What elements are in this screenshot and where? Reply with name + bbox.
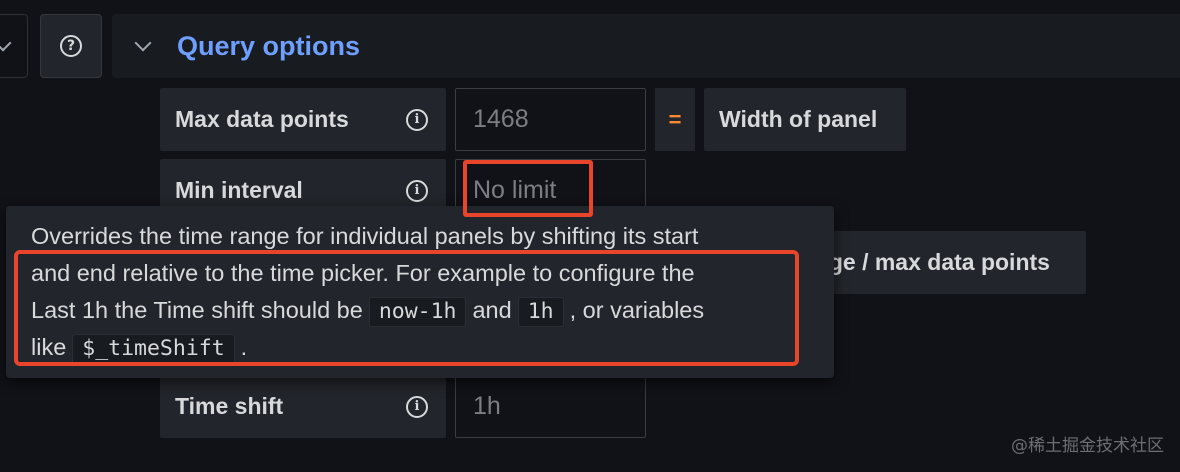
collapsed-dropdown-button[interactable]	[0, 14, 28, 78]
highlight-box-tooltip-text	[14, 250, 799, 366]
info-icon[interactable]: i	[406, 179, 428, 202]
tooltip-line: Overrides the time range for individual …	[31, 223, 699, 249]
help-button[interactable]: ?	[40, 14, 102, 78]
info-icon[interactable]: i	[406, 108, 428, 131]
watermark: @稀土掘金技术社区	[1011, 436, 1164, 456]
section-title: Query options	[177, 30, 361, 61]
interval-range-label: ange / max data points	[790, 231, 1086, 294]
highlight-box-min-interval	[463, 160, 593, 217]
input-placeholder: 1h	[473, 392, 501, 420]
equals-sign: =	[655, 88, 695, 151]
max-data-points-label: Max data points i	[160, 88, 446, 151]
field-label: Time shift	[175, 393, 284, 419]
width-of-panel-label: Width of panel	[704, 88, 906, 151]
max-data-points-input[interactable]: 1468	[455, 88, 646, 151]
chevron-down-icon	[134, 34, 152, 52]
field-label: Min interval	[175, 177, 303, 203]
question-circle-icon: ?	[60, 35, 82, 57]
time-shift-input[interactable]: 1h	[455, 375, 646, 438]
chevron-down-icon	[0, 34, 12, 52]
field-label: Max data points	[175, 106, 349, 132]
input-placeholder: 1468	[473, 105, 529, 133]
info-icon[interactable]: i	[406, 395, 428, 418]
query-options-header[interactable]: Query options	[112, 14, 1180, 78]
